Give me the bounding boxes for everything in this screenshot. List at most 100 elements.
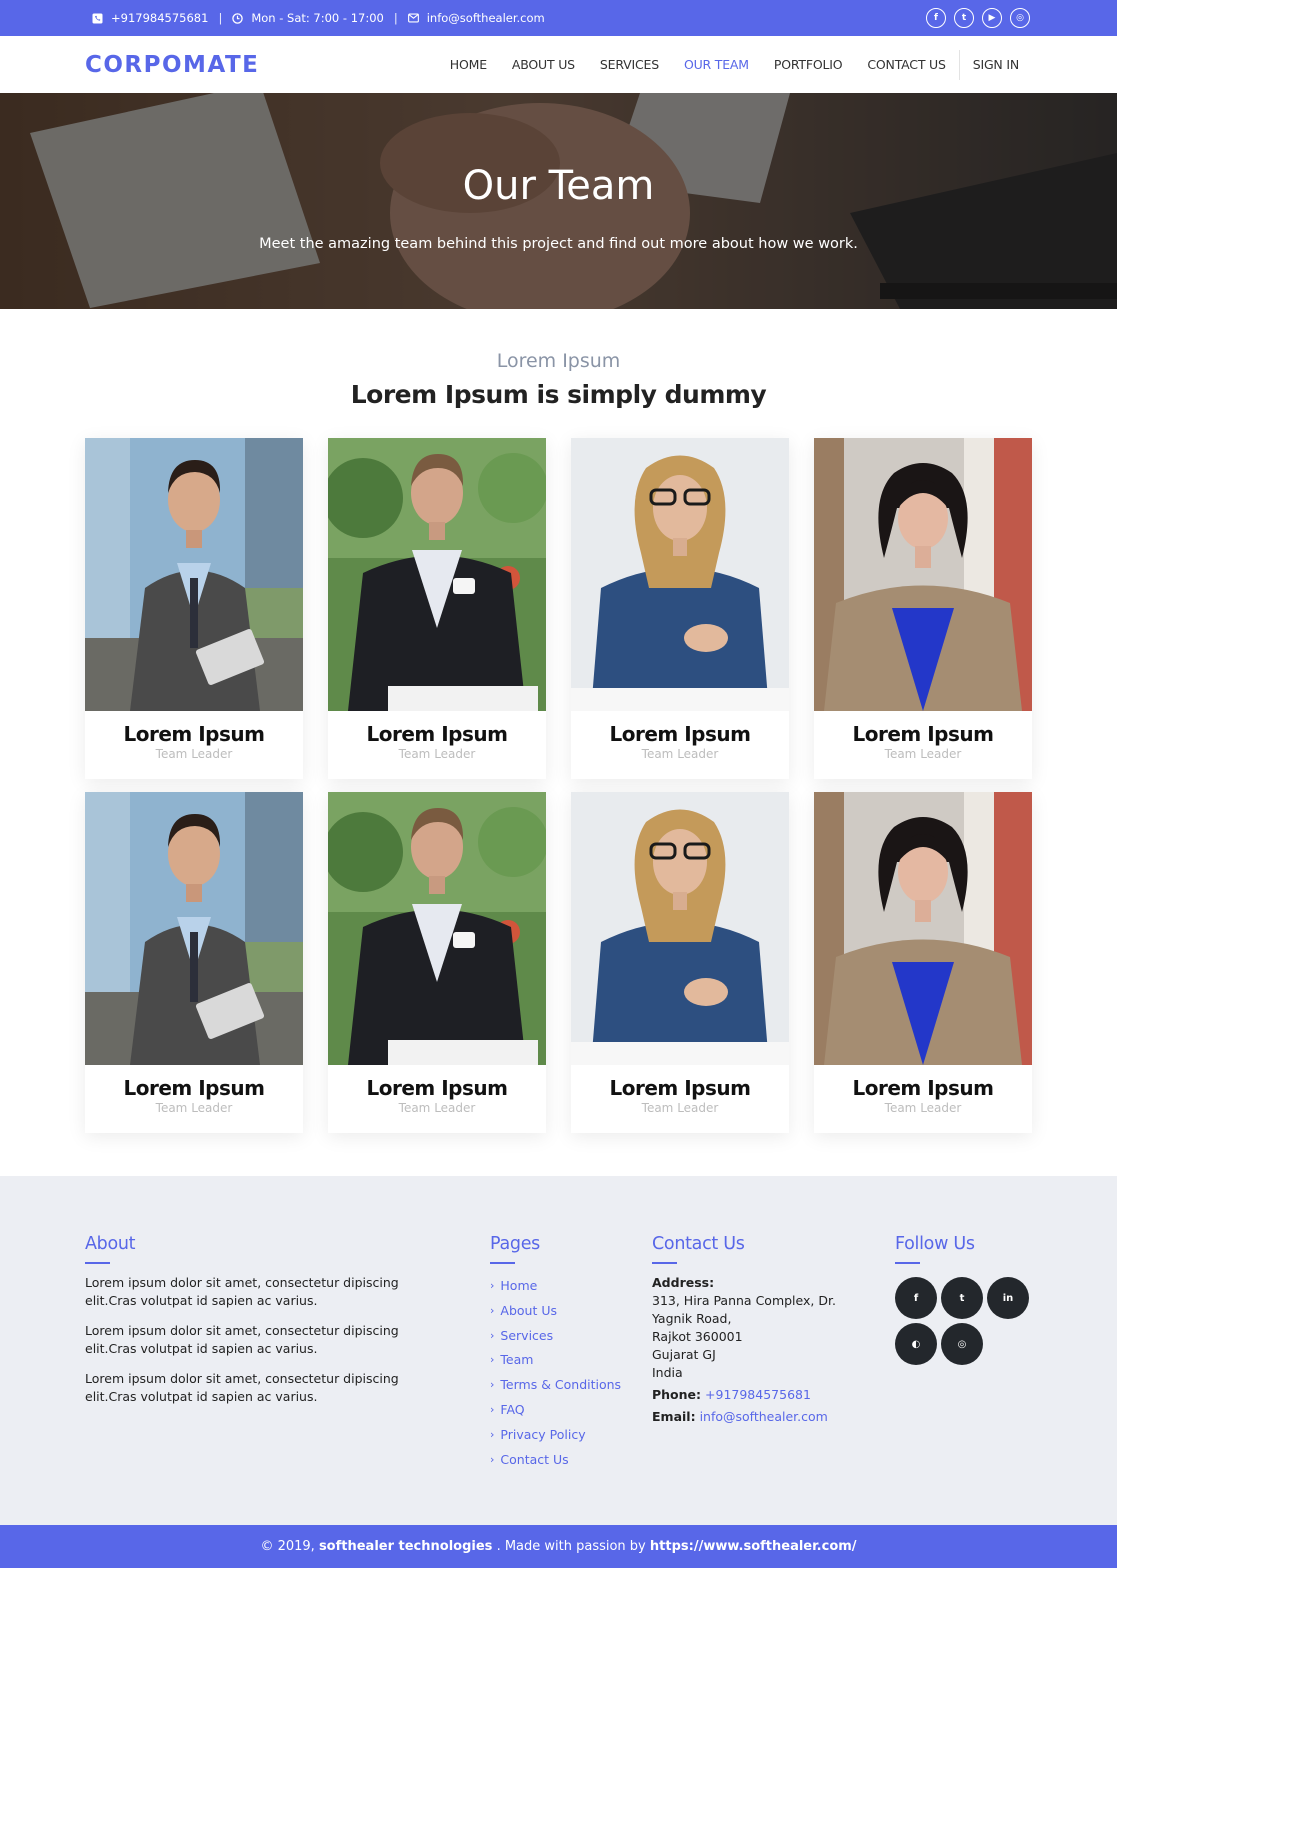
team-member-photo [328, 792, 546, 1065]
email-link[interactable]: info@softhealer.com [700, 1409, 828, 1424]
team-member-photo [571, 792, 789, 1065]
nav-our-team[interactable]: OUR TEAM [684, 57, 749, 72]
chevron-right-icon: › [490, 1378, 495, 1392]
team-card[interactable]: Lorem Ipsum Team Leader [85, 792, 303, 1133]
footer-link-label: About Us [500, 1302, 557, 1318]
top-phone-text: +917984575681 [111, 11, 209, 25]
nav-menu: HOME ABOUT US SERVICES OUR TEAM PORTFOLI… [425, 36, 1019, 93]
youtube-icon[interactable]: ▶ [982, 8, 1002, 28]
copyright-company[interactable]: softhealer technologies [319, 1539, 492, 1554]
footer-link-label: Home [500, 1278, 538, 1293]
team-member-photo [814, 438, 1032, 711]
separator: | [218, 11, 223, 25]
chevron-right-icon: › [490, 1452, 495, 1466]
team-card[interactable]: Lorem Ipsum Team Leader [85, 438, 303, 779]
top-email-text: info@softhealer.com [426, 11, 545, 25]
clock-icon [232, 12, 244, 24]
footer-link-team[interactable]: › Team [490, 1348, 621, 1373]
instagram-icon[interactable]: ◎ [941, 1323, 983, 1365]
github-icon[interactable]: ◐ [895, 1323, 937, 1365]
chevron-right-icon: › [490, 1279, 495, 1292]
top-phone[interactable]: +917984575681 [92, 11, 208, 25]
top-hours: Mon - Sat: 7:00 - 17:00 [232, 11, 384, 25]
linkedin-icon[interactable]: in [987, 1277, 1029, 1319]
phone-link[interactable]: +917984575681 [705, 1387, 811, 1402]
address-label: Address: [652, 1275, 715, 1290]
footer-link-faq[interactable]: › FAQ [490, 1398, 621, 1423]
top-bar: +917984575681 | Mon - Sat: 7:00 - 17:00 … [0, 0, 1117, 36]
separator: | [393, 11, 398, 25]
team-card[interactable]: Lorem Ipsum Team Leader [328, 438, 546, 779]
site-footer: About Lorem ipsum dolor sit amet, consec… [0, 1176, 1117, 1525]
footer-link-home[interactable]: › Home [490, 1274, 621, 1299]
team-member-name: Lorem Ipsum [609, 722, 751, 746]
address-line: Gujarat GJ [652, 1347, 716, 1362]
team-member-name: Lorem Ipsum [366, 1076, 508, 1100]
team-member-photo [85, 792, 303, 1065]
team-member-name: Lorem Ipsum [123, 1076, 265, 1100]
main-navbar: CORPOMATE HOME ABOUT US SERVICES OUR TEA… [0, 36, 1117, 93]
footer-link-label: Terms & Conditions [500, 1377, 622, 1393]
facebook-icon[interactable]: f [926, 8, 946, 28]
team-card[interactable]: Lorem Ipsum Team Leader [571, 438, 789, 779]
team-member-role: Team Leader [155, 747, 233, 761]
footer-about: About Lorem ipsum dolor sit amet, consec… [85, 1234, 445, 1406]
footer-about-text: Lorem ipsum dolor sit amet, consectetur … [85, 1371, 399, 1404]
footer-link-label: Privacy Policy [500, 1426, 586, 1442]
footer-follow: Follow Us f t in ◐ ◎ [895, 1234, 1035, 1365]
team-card[interactable]: Lorem Ipsum Team Leader [814, 438, 1032, 779]
hero-subtitle: Meet the amazing team behind this projec… [259, 236, 858, 252]
top-social-links: f t ▶ ◎ [926, 8, 1030, 28]
page-hero: Our Team Meet the amazing team behind th… [0, 93, 1117, 309]
footer-link-about-us[interactable]: › About Us [490, 1299, 621, 1324]
team-member-role: Team Leader [641, 747, 719, 761]
chevron-right-icon: › [490, 1427, 495, 1441]
footer-link-label: Contact Us [500, 1451, 569, 1467]
site-logo[interactable]: CORPOMATE [85, 52, 259, 78]
title-underline [652, 1262, 677, 1264]
team-member-role: Team Leader [641, 1101, 719, 1115]
nav-divider [958, 49, 960, 80]
phone-row: Phone: +917984575681 [652, 1386, 867, 1404]
chevron-right-icon: › [490, 1402, 495, 1416]
footer-link-services[interactable]: › Services [490, 1324, 621, 1349]
footer-pages: Pages › Home › About Us › Services › Team › T… [490, 1234, 621, 1472]
instagram-icon[interactable]: ◎ [1010, 8, 1030, 28]
footer-link-contact-us[interactable]: › Contact Us [490, 1448, 621, 1473]
team-member-role: Team Leader [884, 747, 962, 761]
team-member-role: Team Leader [155, 1101, 233, 1115]
section-title: Lorem Ipsum is simply dummy [350, 380, 767, 409]
nav-portfolio[interactable]: PORTFOLIO [774, 57, 843, 72]
title-underline [895, 1262, 920, 1264]
team-card[interactable]: Lorem Ipsum Team Leader [814, 792, 1032, 1133]
team-member-photo [571, 438, 789, 711]
nav-contact-us[interactable]: CONTACT US [867, 57, 946, 72]
twitter-icon[interactable]: t [941, 1277, 983, 1319]
top-hours-text: Mon - Sat: 7:00 - 17:00 [251, 11, 384, 25]
chevron-right-icon: › [490, 1328, 495, 1342]
footer-link-terms[interactable]: › Terms & Conditions [490, 1373, 621, 1398]
footer-about-text: Lorem ipsum dolor sit amet, consectetur … [85, 1323, 399, 1356]
nav-sign-in[interactable]: SIGN IN [973, 57, 1019, 72]
footer-link-label: Services [500, 1327, 554, 1343]
team-card[interactable]: Lorem Ipsum Team Leader [571, 792, 789, 1133]
nav-about-us[interactable]: ABOUT US [512, 57, 575, 72]
team-member-role: Team Leader [884, 1101, 962, 1115]
twitter-icon[interactable]: t [954, 8, 974, 28]
hero-title: Our Team [462, 163, 655, 209]
footer-pages-title: Pages [490, 1234, 540, 1254]
section-subtitle: Lorem Ipsum [496, 350, 621, 372]
footer-link-label: FAQ [500, 1401, 525, 1417]
team-member-name: Lorem Ipsum [366, 722, 508, 746]
team-card[interactable]: Lorem Ipsum Team Leader [328, 792, 546, 1133]
nav-home[interactable]: HOME [450, 57, 487, 72]
nav-services[interactable]: SERVICES [600, 57, 659, 72]
team-member-name: Lorem Ipsum [852, 722, 994, 746]
footer-link-privacy[interactable]: › Privacy Policy [490, 1423, 621, 1448]
top-email[interactable]: info@softhealer.com [407, 11, 545, 25]
envelope-icon [407, 13, 419, 24]
copyright-url[interactable]: https://www.softhealer.com/ [650, 1539, 857, 1554]
address-line: Rajkot 360001 [652, 1329, 743, 1344]
facebook-icon[interactable]: f [895, 1277, 937, 1319]
team-member-name: Lorem Ipsum [123, 722, 265, 746]
